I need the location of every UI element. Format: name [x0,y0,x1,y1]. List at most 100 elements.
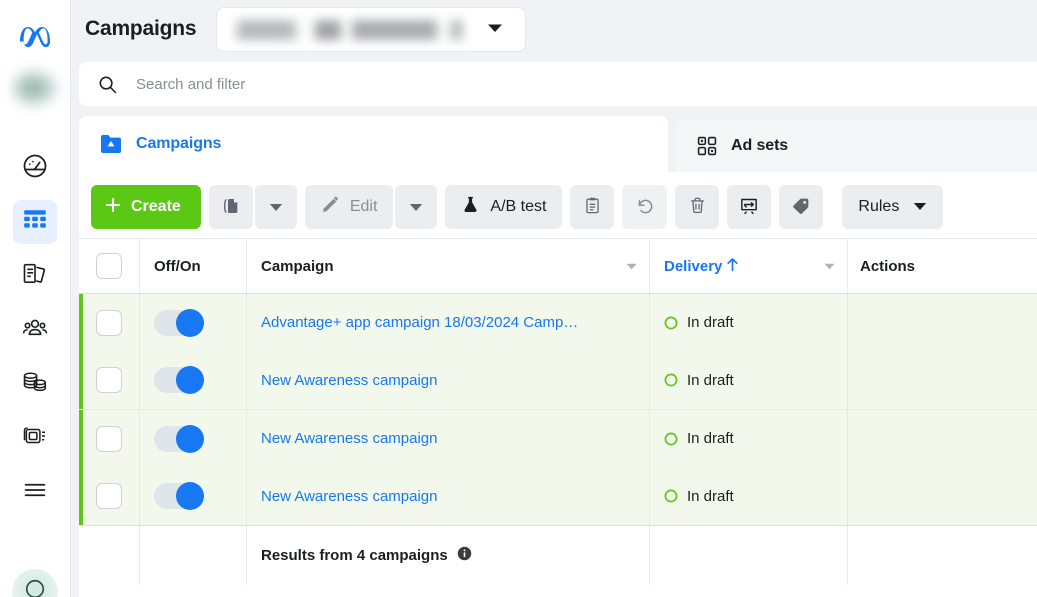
chevron-down-icon [409,200,423,215]
campaign-onoff-toggle[interactable] [154,482,204,511]
sidebar-item-dashboard[interactable] [13,146,57,190]
meta-ads-manager-window: Campaigns Search and filter Campaigns Ad… [0,0,1037,597]
entity-tabs: Campaigns Ad sets [79,116,1037,172]
row-actions-cell[interactable] [847,294,1037,352]
column-header-campaign[interactable]: Campaign [246,239,649,293]
row-toggle-cell [139,467,246,525]
tab-campaigns[interactable]: Campaigns [79,116,668,172]
status-badge: In draft [664,488,734,505]
dashboard-gauge-icon [21,152,49,185]
row-checkbox[interactable] [96,425,122,452]
tag-button[interactable] [779,185,824,229]
sidebar-item-pages[interactable] [13,254,57,298]
export-button[interactable] [727,185,772,229]
pages-stack-icon [21,260,49,293]
campaign-onoff-toggle[interactable] [154,424,204,453]
row-campaign-cell: New Awareness campaign [246,467,649,525]
row-checkbox[interactable] [96,309,122,336]
row-delivery-cell: In draft [649,410,847,468]
row-select-cell [79,483,139,510]
table-row[interactable]: New Awareness campaign In draft [79,467,1037,525]
page-title: Campaigns [85,17,197,40]
table-header-row: Off/On Campaign Delivery Actions [79,238,1037,294]
row-delivery-cell: In draft [649,294,847,352]
campaign-toolbar: Create Edit A/B test Rules [91,180,1037,234]
meta-logo-icon[interactable] [15,16,55,56]
row-actions-cell[interactable] [847,410,1037,468]
status-badge: In draft [664,372,734,389]
campaign-name-link[interactable]: New Awareness campaign [261,430,437,447]
chevron-down-icon [913,198,927,216]
row-actions-cell[interactable] [847,351,1037,409]
rules-button[interactable]: Rules [842,185,944,229]
row-actions-cell[interactable] [847,467,1037,525]
column-header-offon[interactable]: Off/On [139,239,246,293]
avatar[interactable] [13,70,57,106]
undo-button[interactable] [622,185,668,229]
row-toggle-cell [139,351,246,409]
campaign-name-link[interactable]: New Awareness campaign [261,372,437,389]
table-row[interactable]: Advantage+ app campaign 18/03/2024 Camp…… [79,294,1037,352]
row-delivery-cell: In draft [649,467,847,525]
campaign-onoff-toggle[interactable] [154,308,204,337]
campaign-name-link[interactable]: New Awareness campaign [261,488,437,505]
search-icon [97,74,118,95]
chevron-down-icon[interactable] [626,257,637,275]
chevron-down-icon [487,20,503,38]
row-checkbox[interactable] [96,367,122,394]
create-button-label: Create [131,198,181,215]
search-input[interactable]: Search and filter [79,62,1037,106]
select-all-checkbox[interactable] [96,253,122,279]
campaigns-folder-icon [99,133,123,155]
campaign-onoff-toggle[interactable] [154,366,204,395]
delete-button[interactable] [675,185,720,229]
arrow-up-icon [726,257,739,276]
help-circle-icon[interactable] [12,569,58,597]
status-badge: In draft [664,314,734,331]
sidebar-item-more[interactable] [13,470,57,514]
row-select-cell [79,425,139,452]
duplicate-dropdown-button[interactable] [254,185,297,229]
edit-button[interactable]: Edit [304,185,394,229]
column-header-actions: Actions [847,239,1037,293]
clipboard-button[interactable] [570,185,615,229]
account-selector[interactable] [216,6,527,52]
tab-ad-sets-label: Ad sets [731,137,789,154]
select-all-cell [79,253,139,279]
duplicate-button[interactable] [208,185,253,229]
sidebar-item-campaigns[interactable] [13,200,57,244]
export-arrows-icon [739,196,759,219]
column-header-delivery[interactable]: Delivery [649,239,847,293]
duplicate-icon [221,196,241,219]
toggle-knob [176,308,204,337]
pencil-icon [321,195,340,219]
footer-summary-cell: Results from 4 campaigns [246,526,649,585]
info-icon[interactable] [457,546,472,565]
table-row[interactable]: New Awareness campaign In draft [79,410,1037,468]
table-row[interactable]: New Awareness campaign In draft [79,351,1037,409]
edit-button-label: Edit [349,198,378,215]
ab-test-button[interactable]: A/B test [445,185,563,229]
row-checkbox[interactable] [96,483,122,510]
page-header: Campaigns [71,0,1037,58]
table-grid-icon [22,207,48,238]
chevron-down-icon[interactable] [824,257,835,275]
create-button[interactable]: Create [91,185,201,229]
delivery-status-text: In draft [687,487,734,505]
row-toggle-cell [139,410,246,468]
footer-actions-cell [847,526,1037,585]
edit-dropdown-button[interactable] [395,185,438,229]
tab-ad-sets[interactable]: Ad sets [676,120,1037,172]
tag-icon [791,196,811,219]
campaign-name-link[interactable]: Advantage+ app campaign 18/03/2024 Camp… [261,314,578,331]
toggle-knob [176,482,204,511]
column-header-offon-label: Off/On [154,257,201,275]
account-name-redacted [233,19,464,40]
audiences-people-icon [21,314,49,347]
sidebar-item-creative[interactable] [13,416,57,460]
sidebar-item-billing[interactable] [13,362,57,406]
sidebar-item-audiences[interactable] [13,308,57,352]
row-campaign-cell: Advantage+ app campaign 18/03/2024 Camp… [246,294,649,352]
status-circle-icon [664,432,678,446]
toggle-knob [176,366,204,395]
